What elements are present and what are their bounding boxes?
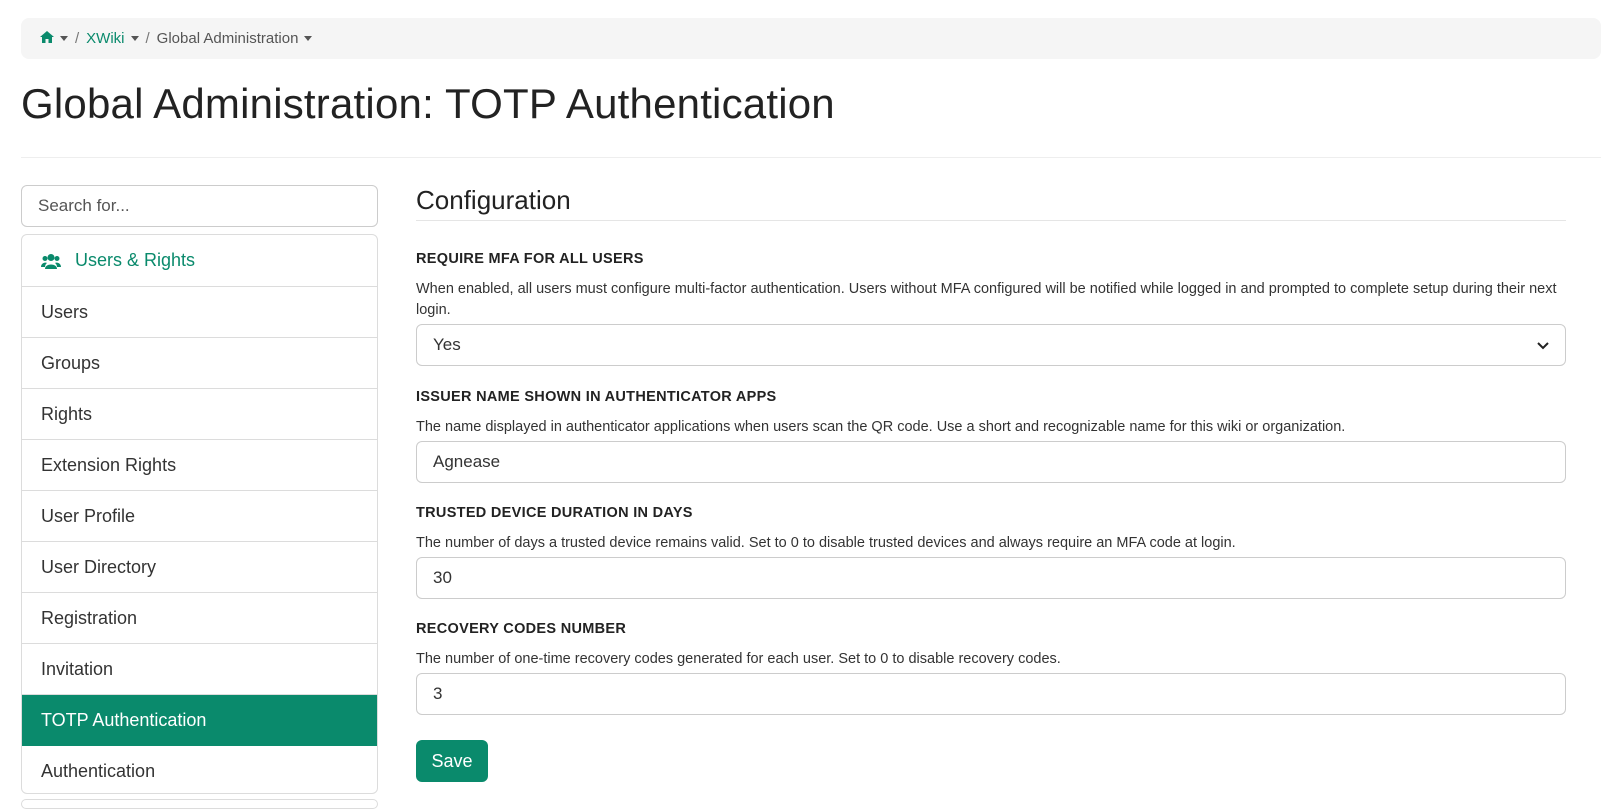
breadcrumb-item-global-administration[interactable]: Global Administration [157, 30, 299, 47]
field-label: TRUSTED DEVICE DURATION IN DAYS [416, 505, 693, 521]
input-value: 3 [433, 684, 443, 703]
chevron-down-icon [1537, 335, 1549, 355]
require-mfa-select[interactable]: Yes [416, 324, 1566, 366]
field-label: ISSUER NAME SHOWN IN AUTHENTICATOR APPS [416, 389, 777, 405]
sidebar-item-label: TOTP Authentication [41, 709, 207, 730]
field-issuer-name: ISSUER NAME SHOWN IN AUTHENTICATOR APPS … [416, 389, 1566, 483]
sidebar-item-users[interactable]: Users [22, 287, 377, 338]
breadcrumb-item-xwiki[interactable]: XWiki [86, 30, 124, 47]
home-icon[interactable] [40, 30, 54, 47]
sidebar-item-label: Rights [41, 403, 93, 424]
sidebar-item-extension-rights[interactable]: Extension Rights [22, 440, 377, 491]
sidebar-item-registration[interactable]: Registration [22, 593, 377, 644]
save-button[interactable]: Save [416, 740, 488, 782]
field-require-mfa: REQUIRE MFA FOR ALL USERS When enabled, … [416, 251, 1566, 366]
sidebar-item-label: User Profile [41, 505, 136, 526]
page-title: Global Administration: TOTP Authenticati… [21, 80, 835, 127]
chevron-down-icon[interactable] [130, 36, 139, 41]
sidebar-item-groups[interactable]: Groups [22, 338, 377, 389]
issuer-name-input[interactable]: Agnease [416, 441, 1566, 483]
sidebar-item-rights[interactable]: Rights [22, 389, 377, 440]
trusted-device-duration-input[interactable]: 30 [416, 557, 1566, 599]
section-title: Configuration [416, 185, 571, 215]
field-trusted-device-duration: TRUSTED DEVICE DURATION IN DAYS The numb… [416, 505, 1566, 599]
users-icon [41, 253, 61, 269]
breadcrumb: / XWiki / Global Administration [21, 18, 1601, 59]
field-hint: When enabled, all users must configure m… [416, 281, 1557, 318]
select-value: Yes [433, 335, 461, 354]
menu-section-users-rights[interactable]: Users & Rights [22, 235, 377, 287]
field-hint: The number of one-time recovery codes ge… [416, 651, 1061, 667]
breadcrumb-separator: / [75, 30, 80, 47]
input-value: 30 [433, 568, 452, 587]
field-hint: The name displayed in authenticator appl… [416, 419, 1346, 435]
sidebar-item-totp-authentication[interactable]: TOTP Authentication [22, 695, 377, 746]
chevron-down-icon[interactable] [304, 36, 313, 41]
breadcrumb-separator: / [145, 30, 150, 47]
sidebar-item-label: User Directory [41, 556, 157, 577]
sidebar-item-label: Groups [41, 352, 101, 373]
sidebar-item-label: Invitation [41, 658, 114, 679]
title-divider [21, 157, 1601, 158]
field-label: REQUIRE MFA FOR ALL USERS [416, 251, 644, 267]
menu-section-label: Users & Rights [75, 250, 196, 270]
recovery-codes-number-input[interactable]: 3 [416, 673, 1566, 715]
input-value: Agnease [433, 452, 501, 471]
field-hint: The number of days a trusted device rema… [416, 535, 1236, 551]
field-label: RECOVERY CODES NUMBER [416, 621, 627, 637]
sidebar-item-invitation[interactable]: Invitation [22, 644, 377, 695]
sidebar-item-user-profile[interactable]: User Profile [22, 491, 377, 542]
section-divider [416, 220, 1566, 221]
page: / XWiki / Global Administration Global A… [0, 0, 1616, 809]
field-recovery-codes-number: RECOVERY CODES NUMBER The number of one-… [416, 621, 1566, 715]
sidebar-item-authentication[interactable]: Authentication [22, 746, 377, 793]
admin-menu: Users & Rights Users Groups Rights Exten… [21, 234, 378, 794]
sidebar-item-label: Authentication [41, 761, 156, 781]
search-input[interactable] [21, 185, 378, 227]
sidebar-item-label: Extension Rights [41, 454, 177, 475]
chevron-down-icon[interactable] [60, 36, 68, 41]
sidebar-item-label: Registration [41, 607, 138, 628]
sidebar-item-label: Users [41, 301, 89, 322]
sidebar-item-user-directory[interactable]: User Directory [22, 542, 377, 593]
next-menu-section [21, 799, 378, 809]
